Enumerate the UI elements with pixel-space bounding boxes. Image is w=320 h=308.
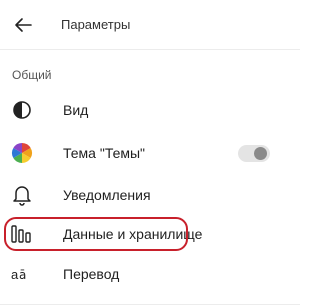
settings-item-label: Тема "Темы" [63, 145, 146, 161]
contrast-icon [9, 98, 35, 122]
settings-item-data-storage[interactable]: Данные и хранилище [0, 214, 300, 254]
settings-item-label: Данные и хранилище [63, 226, 203, 242]
theme-toggle[interactable] [238, 145, 270, 162]
divider [0, 304, 300, 305]
svg-text:ā: ā [19, 268, 26, 282]
settings-item-notifications[interactable]: Уведомления [0, 175, 300, 215]
svg-text:a: a [11, 267, 19, 282]
storage-bars-icon [9, 222, 35, 246]
settings-item-translate[interactable]: a ā Перевод [0, 254, 300, 294]
bell-icon [9, 183, 35, 207]
settings-item-view[interactable]: Вид [0, 90, 300, 130]
back-button[interactable] [10, 12, 36, 38]
color-wheel-icon [9, 141, 35, 165]
page-title: Параметры [61, 17, 131, 32]
toggle-knob [254, 147, 267, 160]
back-arrow-icon [15, 18, 32, 32]
settings-item-theme[interactable]: Тема "Темы" [0, 133, 300, 173]
section-heading: Общий [12, 68, 52, 82]
settings-item-label: Перевод [63, 266, 120, 282]
settings-item-label: Уведомления [63, 187, 151, 203]
settings-item-label: Вид [63, 102, 89, 118]
translate-icon: a ā [9, 262, 35, 286]
app-header: Параметры [0, 0, 300, 50]
